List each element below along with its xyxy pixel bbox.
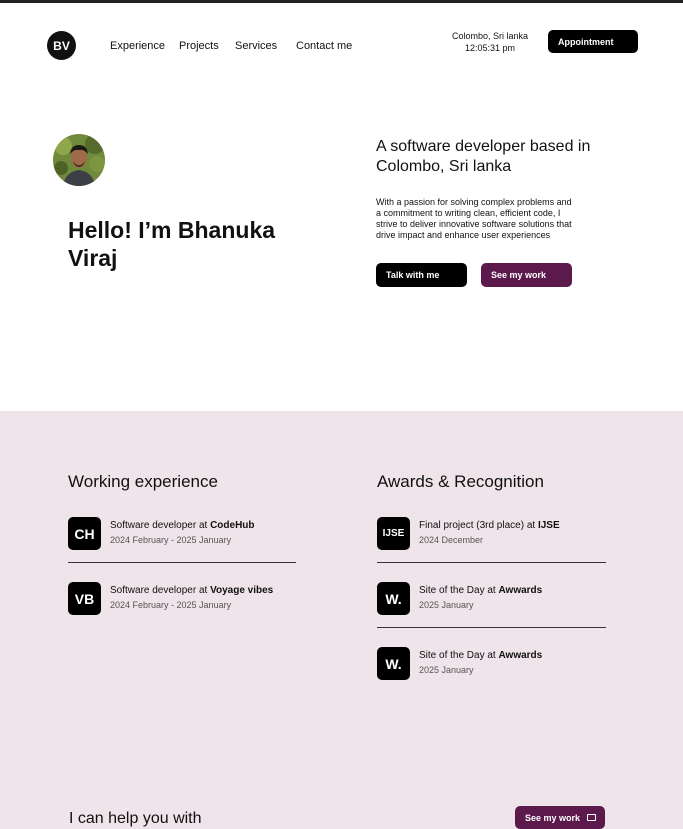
experience-dates: 2024 February - 2025 January (110, 535, 232, 545)
award-item: W. Site of the Day at Awwards 2025 Janua… (377, 647, 607, 681)
see-my-work-button-services[interactable]: See my work (515, 806, 605, 829)
award-date: 2025 January (419, 600, 474, 610)
divider (68, 562, 296, 563)
award-item: W. Site of the Day at Awwards 2025 Janua… (377, 582, 607, 616)
awards-title: Awards & Recognition (377, 472, 544, 491)
divider (377, 562, 606, 563)
experience-role: Software developer at CodeHub (110, 520, 255, 531)
divider (377, 627, 606, 628)
appointment-button[interactable]: Appointment (548, 30, 638, 53)
award-badge: IJSE (377, 517, 410, 550)
company-badge: CH (68, 517, 101, 550)
award-date: 2025 January (419, 665, 474, 675)
award-badge: W. (377, 582, 410, 615)
experience-item: CH Software developer at CodeHub 2024 Fe… (68, 517, 298, 551)
award-title: Site of the Day at Awwards (419, 650, 543, 661)
location-text: Colombo, Sri lanka (451, 31, 529, 41)
nav-services[interactable]: Services (235, 40, 277, 52)
award-title: Site of the Day at Awwards (419, 585, 543, 596)
see-my-work-label: See my work (525, 812, 581, 823)
avatar-image (53, 134, 105, 186)
award-title: Final project (3rd place) at IJSE (419, 520, 560, 531)
experience-role: Software developer at Voyage vibes (110, 585, 274, 596)
nav-projects[interactable]: Projects (179, 40, 219, 52)
grid-icon (587, 814, 597, 821)
hero-description: With a passion for solving complex probl… (376, 197, 572, 240)
award-item: IJSE Final project (3rd place) at IJSE 2… (377, 517, 607, 551)
top-border (0, 0, 683, 3)
logo[interactable]: BV (47, 31, 76, 60)
company-badge: VB (68, 582, 101, 615)
see-my-work-button[interactable]: See my work (481, 263, 572, 287)
award-badge: W. (377, 647, 410, 680)
experience-title: Working experience (68, 472, 218, 491)
award-date: 2024 December (419, 535, 484, 545)
nav-experience[interactable]: Experience (110, 40, 165, 52)
services-title: I can help you with (69, 810, 202, 827)
avatar (53, 134, 105, 186)
nav-contact[interactable]: Contact me (296, 40, 352, 52)
experience-item: VB Software developer at Voyage vibes 20… (68, 582, 298, 616)
talk-with-me-button[interactable]: Talk with me (376, 263, 467, 287)
hero-greeting: Hello! I’m Bhanuka Viraj (68, 217, 276, 271)
location-clock: Colombo, Sri lanka 12:05:31 pm (445, 30, 535, 54)
time-text: 12:05:31 pm (464, 43, 516, 53)
experience-dates: 2024 February - 2025 January (110, 600, 232, 610)
hero-subtitle: A software developer based in Colombo, S… (376, 138, 591, 175)
